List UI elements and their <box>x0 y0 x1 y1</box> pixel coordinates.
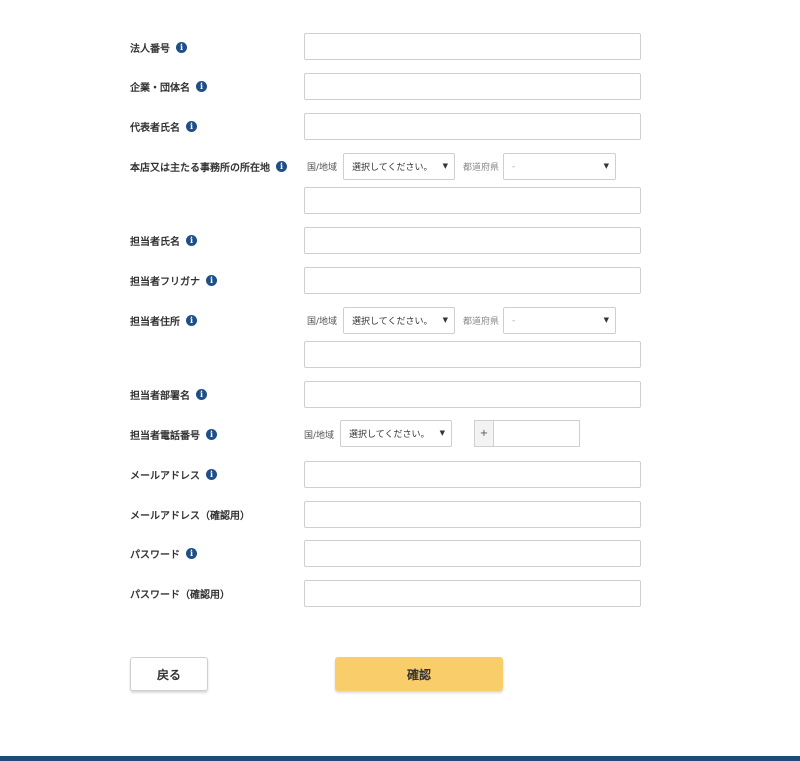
phone-prefix: + <box>474 420 494 447</box>
chevron-down-icon: ▼ <box>442 316 448 324</box>
contact-furigana-input[interactable] <box>304 267 641 294</box>
country-label: 国/地域 <box>304 431 335 441</box>
info-icon[interactable]: i <box>206 468 217 480</box>
contact-name-input[interactable] <box>304 227 641 254</box>
phone-number-input[interactable] <box>493 420 580 447</box>
email-confirm-input[interactable] <box>304 501 641 528</box>
chevron-down-icon: ▼ <box>603 162 609 170</box>
head-office-address-input[interactable] <box>304 187 641 214</box>
contact-address-input[interactable] <box>304 341 641 368</box>
contact-department-input[interactable] <box>304 381 641 408</box>
password-input[interactable] <box>304 540 641 567</box>
label-contact-name: 担当者氏名 i <box>130 233 197 248</box>
head-office-prefecture-select[interactable]: - ▼ <box>503 153 616 180</box>
corporate-number-input[interactable] <box>304 33 641 60</box>
contact-country-select[interactable]: 選択してください。 ▼ <box>343 307 455 334</box>
company-name-input[interactable] <box>304 73 641 100</box>
info-icon[interactable]: i <box>176 41 187 53</box>
label-contact-phone: 担当者電話番号 i <box>130 427 217 442</box>
label-head-office-address: 本店又は主たる事務所の所在地 i <box>130 159 287 174</box>
phone-country-select[interactable]: 選択してください。 ▼ <box>340 420 452 447</box>
contact-prefecture-select[interactable]: - ▼ <box>503 307 616 334</box>
email-input[interactable] <box>304 461 641 488</box>
label-company-name: 企業・団体名 i <box>130 79 207 94</box>
country-label: 国/地域 <box>307 163 338 173</box>
info-icon[interactable]: i <box>186 234 197 246</box>
confirm-button[interactable]: 確認 <box>335 657 503 691</box>
info-icon[interactable]: i <box>206 274 217 286</box>
chevron-down-icon: ▼ <box>603 316 609 324</box>
representative-name-input[interactable] <box>304 113 641 140</box>
password-confirm-input[interactable] <box>304 580 641 607</box>
info-icon[interactable]: i <box>196 80 207 92</box>
footer-bar <box>0 756 800 761</box>
chevron-down-icon: ▼ <box>439 429 445 437</box>
label-contact-department: 担当者部署名 i <box>130 387 207 402</box>
info-icon[interactable]: i <box>186 120 197 132</box>
label-corporate-number: 法人番号 i <box>130 40 187 55</box>
back-button[interactable]: 戻る <box>130 657 208 691</box>
info-icon[interactable]: i <box>206 428 217 440</box>
label-representative-name: 代表者氏名 i <box>130 119 197 134</box>
label-password-confirm: パスワード（確認用） <box>130 589 230 601</box>
label-email: メールアドレス i <box>130 467 217 482</box>
info-icon[interactable]: i <box>196 388 207 400</box>
info-icon[interactable]: i <box>186 547 197 559</box>
info-icon[interactable]: i <box>276 160 287 172</box>
info-icon[interactable]: i <box>186 314 197 326</box>
prefecture-label: 都道府県 <box>463 317 500 327</box>
country-label: 国/地域 <box>307 317 338 327</box>
prefecture-label: 都道府県 <box>463 163 500 173</box>
head-office-country-select[interactable]: 選択してください。 ▼ <box>343 153 455 180</box>
label-password: パスワード i <box>130 546 197 561</box>
label-contact-address: 担当者住所 i <box>130 313 197 328</box>
label-contact-furigana: 担当者フリガナ i <box>130 273 217 288</box>
label-email-confirm: メールアドレス（確認用） <box>130 510 250 522</box>
chevron-down-icon: ▼ <box>442 162 448 170</box>
